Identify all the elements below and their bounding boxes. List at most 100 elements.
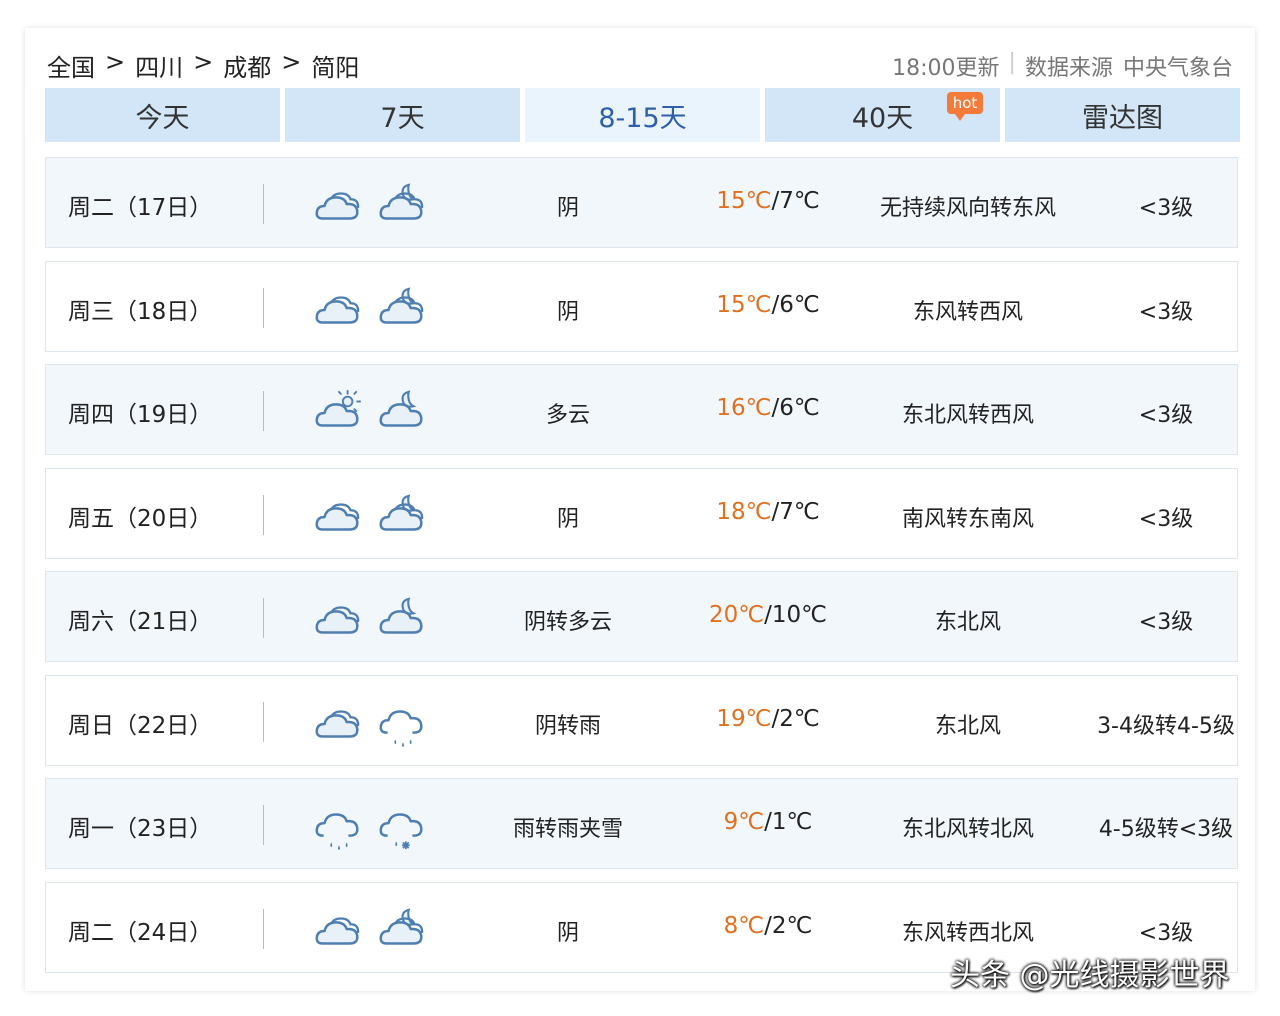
cloudy-icon [312, 182, 364, 226]
cloudy-moon-icon [376, 286, 428, 330]
low-temperature: 6℃ [779, 292, 820, 318]
temperature-separator: / [764, 602, 772, 628]
weather-description: 阴 [556, 196, 579, 221]
divider [263, 288, 264, 328]
temperature-range: 16℃/6℃ [668, 395, 868, 421]
cloudy-moon-icon [376, 907, 428, 951]
breadcrumb-separator: > [281, 48, 302, 76]
forecast-tabs: 今天 7天 8-15天 40天 hot 雷达图 [45, 88, 1240, 142]
weather-description: 多云 [545, 403, 590, 428]
data-source-info: 18:00更新 | 数据来源 中央气象台 [892, 50, 1233, 82]
weather-description: 阴转多云 [523, 610, 612, 635]
tab-today[interactable]: 今天 [45, 88, 280, 142]
temperature-range: 9℃/1℃ [668, 809, 868, 835]
divider [263, 495, 264, 535]
breadcrumb-city[interactable]: 成都 [223, 48, 271, 83]
low-temperature: 10℃ [771, 602, 827, 628]
forecast-day: 周四（19日） [68, 402, 213, 428]
temperature-range: 20℃/10℃ [668, 602, 868, 628]
sleet-icon [376, 803, 428, 850]
wind-direction: 东风转西北风 [901, 921, 1034, 946]
forecast-row: 周四（19日） 多云 16℃/6℃ 东北风转西风 <3级 [45, 364, 1238, 455]
high-temperature: 15℃ [716, 188, 772, 214]
breadcrumb-separator: > [193, 48, 214, 76]
forecast-row: 周五（20日） 阴 18℃/7℃ 南风转东南风 <3级 [45, 468, 1238, 559]
breadcrumb: 全国 > 四川 > 成都 > 简阳 [47, 48, 359, 83]
temperature-range: 18℃/7℃ [668, 499, 868, 525]
wind-level: <3级 [1138, 403, 1194, 428]
low-temperature: 2℃ [771, 913, 813, 939]
breadcrumb-province[interactable]: 四川 [135, 48, 183, 83]
tab-8-15-days[interactable]: 8-15天 [525, 88, 760, 142]
hot-badge: hot [947, 92, 983, 121]
forecast-day: 周六（21日） [68, 609, 213, 635]
wind-direction: 南风转东南风 [901, 507, 1034, 532]
divider [263, 184, 264, 224]
weather-description: 阴 [556, 921, 579, 946]
low-temperature: 6℃ [779, 395, 820, 421]
low-temperature: 1℃ [771, 809, 813, 835]
temperature-range: 15℃/7℃ [668, 188, 868, 214]
breadcrumb-country[interactable]: 全国 [47, 48, 95, 83]
wind-level: <3级 [1138, 610, 1194, 635]
source-name: 中央气象台 [1122, 56, 1233, 81]
high-temperature: 16℃ [716, 395, 772, 421]
wind-direction: 东北风转北风 [901, 817, 1034, 842]
temperature-separator: / [764, 809, 772, 835]
forecast-row: 周日（22日） 阴转雨 19℃/2℃ 东北风 3-4级转4-5级 [45, 675, 1238, 766]
partly-sunny-icon [312, 389, 364, 433]
divider: | [1008, 50, 1016, 75]
forecast-row: 周一（23日） 雨转雨夹雪 9℃/1℃ 东北风转北风 4-5级转<3级 [45, 778, 1238, 869]
high-temperature: 20℃ [709, 602, 765, 628]
partly-cloudy-moon-icon [376, 596, 428, 640]
tab-7-days[interactable]: 7天 [285, 88, 520, 142]
tab-40-days[interactable]: 40天 hot [765, 88, 1000, 142]
wind-level: <3级 [1138, 300, 1194, 325]
wind-direction: 东北风 [934, 610, 1001, 635]
low-temperature: 7℃ [779, 499, 820, 525]
weather-description: 阴 [556, 300, 579, 325]
forecast-day: 周二（24日） [68, 920, 213, 946]
source-label: 数据来源 [1024, 56, 1113, 81]
forecast-day: 周二（17日） [68, 195, 213, 221]
low-temperature: 7℃ [779, 188, 820, 214]
weather-description: 阴 [556, 507, 579, 532]
forecast-day: 周一（23日） [68, 816, 213, 842]
wind-level: 4-5级转<3级 [1098, 817, 1234, 842]
forecast-row: 周六（21日） 阴转多云 20℃/10℃ 东北风 <3级 [45, 571, 1238, 662]
temperature-separator: / [764, 913, 772, 939]
high-temperature: 15℃ [716, 292, 772, 318]
forecast-row: 周二（17日） 阴 15℃/7℃ 无持续风向转东风 <3级 [45, 157, 1238, 248]
divider [263, 702, 264, 742]
update-time: 18:00更新 [892, 56, 1000, 81]
temperature-range: 8℃/2℃ [668, 913, 868, 939]
divider [263, 909, 264, 949]
high-temperature: 19℃ [716, 706, 772, 732]
watermark: 头条 @光线摄影世界 [950, 958, 1230, 993]
divider [263, 391, 264, 431]
divider [263, 805, 264, 845]
wind-direction: 东北风 [934, 714, 1001, 739]
cloudy-moon-icon [376, 493, 428, 537]
cloudy-icon [312, 907, 364, 951]
wind-level: 3-4级转4-5级 [1097, 714, 1235, 739]
wind-direction: 东风转西风 [912, 300, 1023, 325]
weather-description: 阴转雨 [534, 714, 601, 739]
high-temperature: 9℃ [723, 809, 765, 835]
forecast-day: 周日（22日） [68, 713, 213, 739]
high-temperature: 8℃ [723, 913, 765, 939]
forecast-day: 周三（18日） [68, 299, 213, 325]
cloudy-icon [312, 493, 364, 537]
wind-direction: 东北风转西风 [901, 403, 1034, 428]
cloudy-moon-icon [376, 182, 428, 226]
wind-level: <3级 [1138, 196, 1194, 221]
wind-level: <3级 [1138, 921, 1194, 946]
high-temperature: 18℃ [716, 499, 772, 525]
wind-direction: 无持续风向转东风 [879, 196, 1056, 221]
partly-cloudy-moon-icon [376, 389, 428, 433]
rain-icon [312, 803, 364, 851]
tab-radar[interactable]: 雷达图 [1005, 88, 1240, 142]
forecast-day: 周五（20日） [68, 506, 213, 532]
breadcrumb-district: 简阳 [311, 54, 360, 82]
rain-icon [376, 700, 428, 748]
